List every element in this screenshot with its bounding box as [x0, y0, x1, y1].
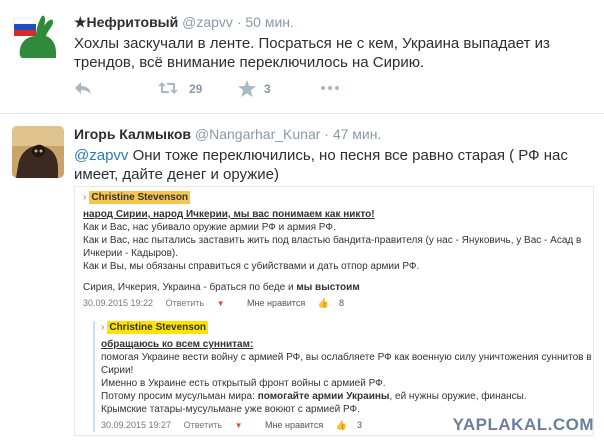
retweet-count: 29	[189, 82, 203, 96]
comment-author: Christine Stevenson	[107, 321, 209, 334]
favorite-count: 3	[264, 82, 271, 96]
reply-link: Ответить ▼	[166, 298, 235, 308]
tweet-1: ★Нефритовый @zapvv · 50 мин. Хохлы заску…	[0, 0, 604, 114]
like-link: Мне нравится 👍 8	[247, 298, 354, 308]
tweet-text-body: Они тоже переключились, но песня все рав…	[74, 147, 568, 183]
line-plain: Потому просим мусульман мира:	[101, 391, 258, 402]
avatar-dog[interactable]	[12, 126, 64, 178]
avatar-green-rabbit[interactable]	[12, 10, 64, 62]
author-name[interactable]: Игорь Калмыков	[74, 126, 191, 142]
comment-line: Именно в Украине есть открытый фронт вой…	[101, 378, 386, 389]
tweet-1-header: ★Нефритовый @zapvv · 50 мин.	[74, 14, 294, 31]
tweet-2: Игорь Калмыков @Nangarhar_Kunar · 47 мин…	[0, 114, 604, 443]
dropdown-triangle-icon: ▼	[234, 421, 243, 430]
comment-headline: народ Сирии, народ Ичкерии, мы вас поним…	[83, 209, 375, 220]
comment-line: Как и Вас, нас убивало оружие армии РФ и…	[83, 222, 336, 233]
comment-headline: обращаюсь ко всем суннитам:	[101, 339, 254, 350]
comment-date: 30.09.2015 19:27	[101, 420, 172, 430]
author-name[interactable]: ★Нефритовый	[74, 14, 178, 30]
dog-photo-icon	[12, 126, 64, 178]
more-icon[interactable]	[320, 80, 340, 102]
comment-line: Как и Вы, мы обязаны справиться с убийст…	[83, 261, 420, 272]
like-count: 8	[338, 298, 344, 308]
dropdown-triangle-icon: ▼	[216, 299, 225, 308]
tweet-text: @zapvv Они тоже переключились, но песня …	[74, 146, 594, 184]
comment-1: › Christine Stevenson народ Сирии, народ …	[83, 191, 588, 310]
line-tail: , ей нужны оружие, финансы.	[389, 391, 527, 402]
closing-bold: мы выстоим	[296, 282, 360, 293]
comment-date: 30.09.2015 19:22	[83, 298, 154, 308]
closing-text: Сирия, Ичкерия, Украина - браться по бед…	[83, 282, 297, 293]
rabbit-flag-avatar-icon	[12, 10, 64, 62]
comment-line: помогая Украине вести войну с армией РФ,…	[101, 352, 592, 376]
arrow-right-icon: ›	[83, 192, 87, 203]
tweet-2-header: Игорь Калмыков @Nangarhar_Kunar · 47 мин…	[74, 126, 381, 142]
thumbs-up-icon: 👍	[335, 420, 347, 430]
comment-closing: Сирия, Ичкерия, Украина - браться по бед…	[83, 281, 588, 294]
thumbs-up-icon: 👍	[317, 298, 329, 308]
star-icon[interactable]	[238, 80, 256, 103]
like-count: 3	[356, 420, 362, 430]
tweet-text: Хохлы заскучали в ленте. Посраться не с …	[74, 35, 550, 71]
comment-line: Как и Вас, нас пытались заставить жить п…	[83, 235, 582, 259]
like-label: Мне нравится	[247, 298, 306, 308]
arrow-right-icon: ›	[101, 322, 105, 333]
reply-label: Ответить	[183, 420, 223, 430]
mention-link[interactable]: @zapvv	[74, 147, 128, 164]
comment-line: Потому просим мусульман мира: помогайте …	[101, 390, 593, 403]
like-link: Мне нравится 👍 3	[265, 420, 372, 430]
line-bold: помогайте армии Украины	[257, 391, 390, 402]
like-label: Мне нравится	[265, 420, 324, 430]
retweet-icon[interactable]	[158, 80, 178, 102]
author-handle[interactable]: @zapvv	[182, 14, 233, 30]
reply-link: Ответить ▼	[184, 420, 253, 430]
tweet-time[interactable]: · 50 мин.	[237, 14, 294, 30]
attached-screenshot[interactable]: › Christine Stevenson народ Сирии, народ …	[74, 186, 594, 436]
reply-icon[interactable]	[74, 80, 92, 102]
site-watermark: YAPLAKAL.COM	[452, 415, 594, 434]
comment-author: Christine Stevenson	[89, 191, 191, 204]
tweet-actions: 29 3	[74, 80, 374, 100]
comment-meta: 30.09.2015 19:22 Ответить ▼ Мне нравится…	[83, 297, 588, 310]
reply-label: Ответить	[165, 298, 205, 308]
tweet-time[interactable]: · 47 мин.	[324, 126, 381, 142]
author-handle[interactable]: @Nangarhar_Kunar	[195, 126, 321, 142]
